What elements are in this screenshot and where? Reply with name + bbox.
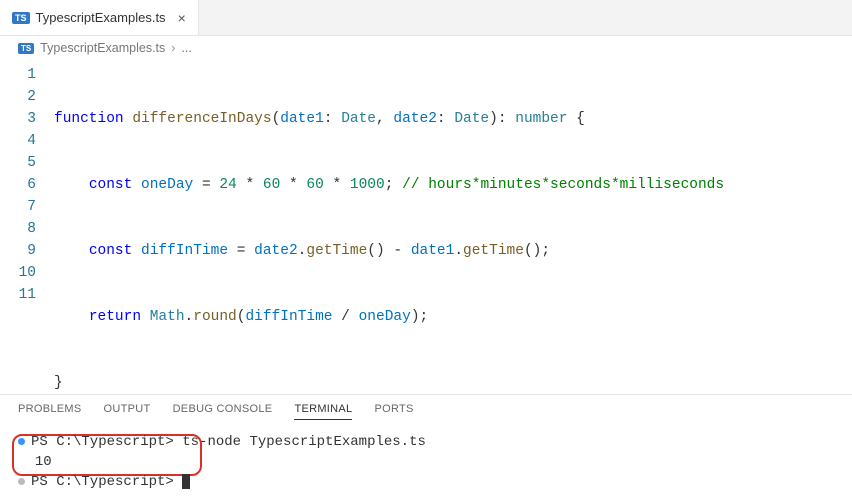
editor-tab-active[interactable]: TS TypescriptExamples.ts × xyxy=(0,0,199,35)
chevron-right-icon: › xyxy=(171,41,175,55)
typescript-icon: TS xyxy=(12,12,30,24)
bullet-icon xyxy=(18,438,25,445)
typescript-icon: TS xyxy=(18,43,34,54)
editor-tabs-bar: TS TypescriptExamples.ts × xyxy=(0,0,852,36)
breadcrumb-file: TypescriptExamples.ts xyxy=(40,41,165,55)
breadcrumb[interactable]: TS TypescriptExamples.ts › ... xyxy=(0,36,852,60)
tab-output[interactable]: OUTPUT xyxy=(104,403,151,420)
tab-debug-console[interactable]: DEBUG CONSOLE xyxy=(173,403,273,420)
terminal-output: 10 xyxy=(18,452,834,472)
line-number-gutter: 1 2 3 4 5 6 7 8 9 10 11 xyxy=(0,64,54,394)
tab-terminal[interactable]: TERMINAL xyxy=(294,403,352,420)
tab-problems[interactable]: PROBLEMS xyxy=(18,403,82,420)
tab-ports[interactable]: PORTS xyxy=(374,403,413,420)
terminal-line: PS C:\Typescript> xyxy=(18,472,834,492)
terminal-panel[interactable]: PS C:\Typescript> ts-node TypescriptExam… xyxy=(0,426,852,502)
terminal-cursor xyxy=(182,474,190,489)
code-editor[interactable]: 1 2 3 4 5 6 7 8 9 10 11 function differe… xyxy=(0,60,852,394)
tab-filename: TypescriptExamples.ts xyxy=(36,10,166,25)
bullet-icon xyxy=(18,478,25,485)
panel-tabs: PROBLEMS OUTPUT DEBUG CONSOLE TERMINAL P… xyxy=(0,394,852,426)
terminal-line: PS C:\Typescript> ts-node TypescriptExam… xyxy=(18,432,834,452)
close-icon[interactable]: × xyxy=(178,11,186,25)
breadcrumb-trail: ... xyxy=(181,41,191,55)
code-content[interactable]: function differenceInDays(date1: Date, d… xyxy=(54,64,852,394)
